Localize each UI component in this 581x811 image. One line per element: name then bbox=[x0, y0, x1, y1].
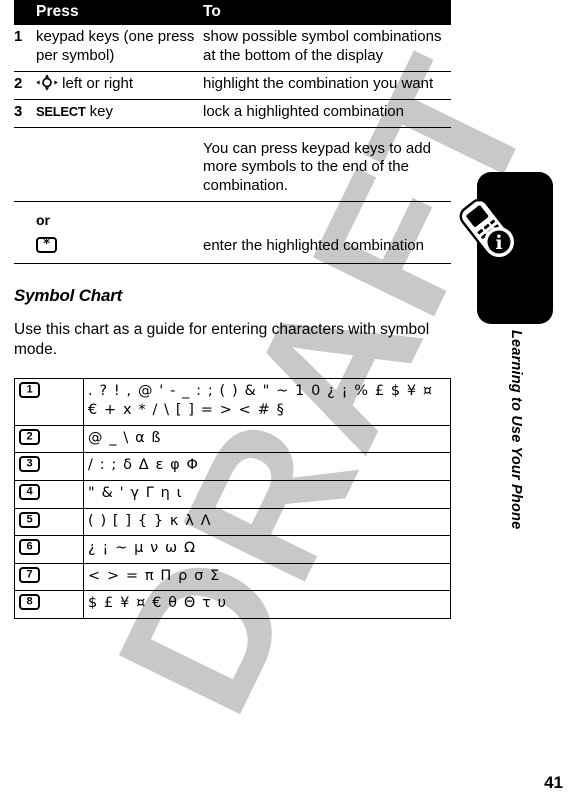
table-row: 3 SELECT key lock a highlighted combinat… bbox=[14, 98, 451, 128]
step-note: You can press keypad keys to add more sy… bbox=[203, 126, 451, 202]
sidebar-section-label-text: Learning to Use Your Phone bbox=[508, 330, 524, 530]
key-2-icon: 2 bbox=[19, 428, 40, 445]
table-row-alt: or * enter the highlighted combination bbox=[14, 201, 451, 262]
table-row: 8 $ £ ¥ ¤ € θ Θ τ υ bbox=[14, 590, 451, 619]
step-to: show possible symbol combinations at the… bbox=[203, 28, 442, 64]
key-7-icon: 7 bbox=[19, 566, 40, 583]
page-title: Symbol Chart bbox=[14, 286, 123, 306]
key-label: 6 bbox=[26, 540, 33, 553]
key-label: 1 bbox=[26, 383, 33, 396]
or-label: or bbox=[36, 212, 50, 229]
phone-info-icon: i bbox=[449, 193, 525, 269]
key-label: 7 bbox=[26, 567, 33, 580]
symbol-key-cell: 1 bbox=[14, 377, 84, 426]
symbol-value-cell: $ £ ¥ ¤ € θ Θ τ υ bbox=[83, 590, 451, 619]
symbol-key-cell: 2 bbox=[14, 424, 84, 454]
key-1-icon: 1 bbox=[19, 381, 40, 398]
sidebar-section-label: Learning to Use Your Phone bbox=[451, 330, 581, 650]
alt-press: or * bbox=[36, 201, 203, 262]
select-key-label: SELECT bbox=[36, 103, 86, 119]
nav-key-icon bbox=[36, 74, 58, 91]
step-to: lock a highlighted combination bbox=[203, 98, 451, 128]
key-label: 8 bbox=[26, 595, 33, 608]
step-press-label: key bbox=[89, 102, 113, 120]
symbol-value-cell: . ? ! , @ ' - _ : ; ( ) & " ~ 1 0 ¿ ¡ % … bbox=[83, 377, 451, 426]
svg-text:i: i bbox=[495, 232, 502, 254]
symbol-value-cell: / : ; δ Δ ε φ Φ bbox=[83, 452, 451, 482]
table-row: 7 < > = π Π ρ σ Σ bbox=[14, 562, 451, 592]
step-number: 1 bbox=[14, 28, 23, 45]
step-to: highlight the combination you want bbox=[203, 70, 451, 100]
symbol-value-cell: < > = π Π ρ σ Σ bbox=[83, 562, 451, 592]
steps-table-body: 1 keypad keys (one press per symbol) sho… bbox=[14, 25, 451, 262]
step-press-label: left or right bbox=[62, 74, 134, 92]
step-press: left or right bbox=[36, 70, 203, 100]
header-num bbox=[14, 0, 36, 25]
key-label: 2 bbox=[26, 430, 33, 443]
table-row: 1 keypad keys (one press per symbol) sho… bbox=[14, 25, 451, 71]
table-row: 3 / : ; δ Δ ε φ Φ bbox=[14, 452, 451, 482]
symbol-key-cell: 3 bbox=[14, 452, 84, 482]
table-row: 2 @ _ \ α ß bbox=[14, 424, 451, 454]
table-header-row: Press To bbox=[14, 0, 451, 25]
star-key-label: * bbox=[43, 237, 50, 253]
symbol-value-cell: @ _ \ α ß bbox=[83, 424, 451, 454]
symbol-key-cell: 7 bbox=[14, 562, 84, 592]
spacer bbox=[14, 201, 36, 262]
page-content: Press To 1 keypad keys (one press per sy… bbox=[14, 0, 451, 619]
spacer bbox=[36, 126, 203, 202]
table-row-note: You can press keypad keys to add more sy… bbox=[14, 126, 451, 202]
table-row: 2 left or right highlight the combinatio… bbox=[14, 70, 451, 100]
key-5-icon: 5 bbox=[19, 511, 40, 528]
header-press: Press bbox=[36, 0, 203, 25]
symbol-key-cell: 6 bbox=[14, 535, 84, 564]
step-press: SELECT key bbox=[36, 98, 203, 128]
page-number: 41 bbox=[544, 773, 563, 792]
step-number: 2 bbox=[14, 70, 36, 100]
key-3-icon: 3 bbox=[19, 456, 40, 473]
key-label: 3 bbox=[26, 457, 33, 470]
table-row: 6 ¿ ¡ ~ μ ν ω Ω bbox=[14, 535, 451, 564]
header-to: To bbox=[203, 0, 451, 25]
key-label: 5 bbox=[26, 512, 33, 525]
steps-table-header: Press To bbox=[14, 0, 451, 25]
symbol-key-cell: 8 bbox=[14, 590, 84, 619]
symbol-chart-table: 1 . ? ! , @ ' - _ : ; ( ) & " ~ 1 0 ¿ ¡ … bbox=[14, 377, 451, 619]
alt-to: enter the highlighted combination bbox=[203, 201, 451, 262]
table-row: 4 " & ' γ Γ η ι bbox=[14, 480, 451, 509]
table-row: 1 . ? ! , @ ' - _ : ; ( ) & " ~ 1 0 ¿ ¡ … bbox=[14, 377, 451, 426]
steps-table: Press To 1 keypad keys (one press per sy… bbox=[14, 0, 451, 262]
section-intro: Use this chart as a guide for entering c… bbox=[14, 321, 430, 358]
sidebar: i Learning to Use Your Phone 41 bbox=[451, 0, 581, 811]
symbol-key-cell: 4 bbox=[14, 480, 84, 509]
table-bottom-rule bbox=[14, 263, 451, 265]
spacer bbox=[14, 126, 36, 202]
symbol-value-cell: ¿ ¡ ~ μ ν ω Ω bbox=[83, 535, 451, 564]
step-number: 3 bbox=[14, 98, 36, 128]
key-4-icon: 4 bbox=[19, 484, 40, 501]
step-press: keypad keys (one press per symbol) bbox=[36, 28, 195, 64]
symbol-chart-body: 1 . ? ! , @ ' - _ : ; ( ) & " ~ 1 0 ¿ ¡ … bbox=[14, 377, 451, 619]
symbol-value-cell: " & ' γ Γ η ι bbox=[83, 480, 451, 509]
key-8-icon: 8 bbox=[19, 594, 40, 611]
key-6-icon: 6 bbox=[19, 539, 40, 556]
symbol-value-cell: ( ) [ ] { } κ λ Λ bbox=[83, 507, 451, 537]
symbol-key-cell: 5 bbox=[14, 507, 84, 537]
table-row: 5 ( ) [ ] { } κ λ Λ bbox=[14, 507, 451, 537]
key-label: 4 bbox=[26, 485, 33, 498]
star-key-icon: * bbox=[36, 236, 57, 253]
